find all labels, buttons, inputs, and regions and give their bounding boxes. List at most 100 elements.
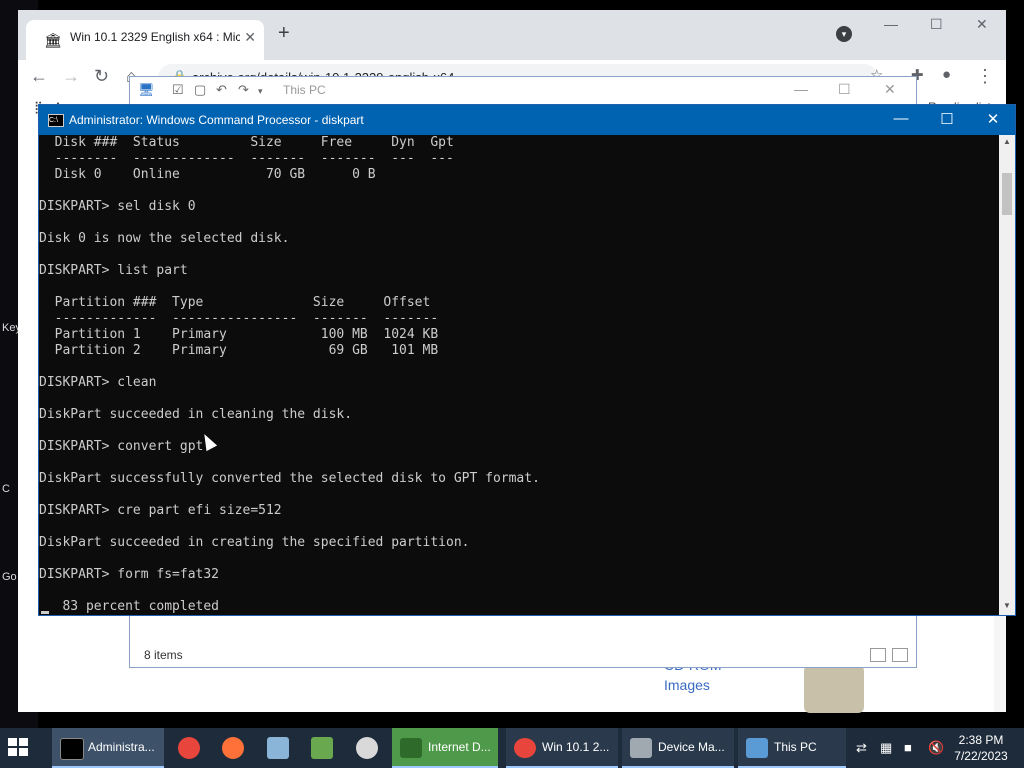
cmd-app-icon[interactable]: C:\ — [48, 114, 64, 127]
this-pc-icon — [746, 738, 768, 758]
console-line: DISKPART> list part — [39, 263, 188, 278]
properties-icon[interactable]: ☑ — [172, 82, 184, 98]
taskbar-item-label: Device Ma... — [658, 740, 725, 754]
console-line: DiskPart succeeded in cleaning the disk. — [39, 407, 353, 422]
desktop-icon-label[interactable]: Go — [2, 571, 17, 583]
volume-muted-icon[interactable]: 🔇 — [928, 740, 944, 756]
browser-tab[interactable]: 🏛 Win 10.1 2329 English x64 : Micro ✕ — [26, 20, 264, 60]
taskbar-item-device-manager[interactable]: Device Ma... — [622, 728, 734, 768]
browser-close-icon[interactable]: ✕ — [976, 16, 988, 33]
cmd-maximize-icon[interactable]: ☐ — [937, 110, 957, 128]
chrome-icon[interactable] — [178, 737, 200, 759]
explorer-statusbar: 8 items — [130, 643, 916, 667]
browser-minimize-icon[interactable]: — — [884, 16, 898, 32]
tab-close-icon[interactable]: ✕ — [244, 29, 256, 46]
cmd-titlebar[interactable]: C:\ Administrator: Windows Command Proce… — [39, 105, 1015, 135]
explorer-titlebar: 🖥 ☑ ▢ ↶ ↷ ▾ This PC — ☐ ✕ — [130, 77, 916, 105]
tab-title: Win 10.1 2329 English x64 : Micro — [70, 30, 240, 44]
taskbar-item-label: Administra... — [88, 740, 155, 754]
chrome-icon — [514, 738, 536, 758]
paint-icon[interactable] — [356, 737, 378, 759]
console-line: DISKPART> sel disk 0 — [39, 199, 196, 214]
command-prompt-window: C:\ Administrator: Windows Command Proce… — [38, 104, 1016, 616]
new-tab-button[interactable]: + — [278, 22, 290, 45]
console-output[interactable]: Disk ### Status Size Free Dyn Gpt ------… — [39, 135, 999, 615]
console-line: Disk 0 Online 70 GB 0 B — [39, 167, 376, 182]
console-line: 83 percent completed — [39, 599, 220, 614]
explorer-title: This PC — [283, 83, 326, 97]
console-line: Partition ### Type Size Offset — [39, 295, 431, 310]
console-scrollbar[interactable]: ▲ ▼ — [999, 135, 1015, 615]
clock-time: 2:38 PM — [958, 733, 1004, 747]
taskbar-item-cmd[interactable]: Administra... — [52, 728, 164, 768]
device-manager-icon — [630, 738, 652, 758]
console-line: Partition 2 Primary 69 GB 101 MB — [39, 343, 439, 358]
taskbar-item-chrome[interactable]: Win 10.1 2... — [506, 728, 618, 768]
system-clock[interactable]: 2:38 PM 7/22/2023 — [948, 732, 1014, 764]
network-icon[interactable]: ⇄ — [856, 740, 867, 756]
scroll-thumb[interactable] — [1002, 173, 1012, 215]
taskbar-item-label: Win 10.1 2... — [542, 740, 610, 754]
console-line: DISKPART> cre part efi size=512 — [39, 503, 282, 518]
console-line: DISKPART> convert gpt — [39, 439, 204, 454]
new-folder-icon[interactable]: ▢ — [194, 82, 206, 98]
explorer-maximize-icon[interactable]: ☐ — [838, 81, 851, 98]
internet-download-icon — [400, 738, 422, 758]
large-icons-view-icon[interactable] — [892, 648, 908, 662]
notepad-icon[interactable] — [267, 737, 289, 759]
console-line: DiskPart successfully converted the sele… — [39, 471, 540, 486]
details-view-icon[interactable] — [870, 648, 886, 662]
taskbar-item-idm[interactable]: Internet D... — [392, 728, 498, 768]
firefox-icon[interactable] — [222, 737, 244, 759]
browser-maximize-icon[interactable]: ☐ — [930, 16, 943, 33]
clock-date: 7/22/2023 — [954, 749, 1008, 763]
customize-qat-icon[interactable]: ▾ — [258, 86, 263, 97]
taskbar-item-this-pc[interactable]: This PC — [738, 728, 846, 768]
color-app-icon[interactable]: ■ — [904, 740, 912, 755]
windows-start-icon[interactable] — [8, 738, 30, 758]
console-line: Disk ### Status Size Free Dyn Gpt — [39, 135, 454, 150]
reload-icon[interactable]: ↻ — [94, 66, 109, 87]
item-count: 8 items — [144, 648, 183, 662]
explorer-close-icon[interactable]: ✕ — [884, 81, 896, 98]
cmd-taskbar-icon — [60, 738, 84, 760]
browser-menu-icon[interactable]: ⋮ — [976, 66, 994, 87]
redo-icon[interactable]: ↷ — [238, 82, 249, 98]
spreadsheet-icon[interactable] — [311, 737, 333, 759]
ethernet-icon[interactable]: ▦ — [880, 740, 892, 756]
forward-arrow-icon[interactable]: → — [62, 66, 80, 87]
tab-search-icon[interactable]: ▾ — [836, 26, 852, 42]
back-arrow-icon[interactable]: ← — [30, 66, 48, 87]
desktop-icon-label[interactable]: C — [2, 483, 10, 495]
cmd-minimize-icon[interactable]: — — [891, 110, 911, 127]
browser-tab-strip: 🏛 Win 10.1 2329 English x64 : Micro ✕ + … — [18, 10, 1006, 60]
cmd-close-icon[interactable]: ✕ — [983, 110, 1003, 128]
console-line: Disk 0 is now the selected disk. — [39, 231, 290, 246]
scroll-down-arrow-icon[interactable]: ▼ — [999, 601, 1015, 610]
console-line: DISKPART> form fs=fat32 — [39, 567, 220, 582]
scroll-up-arrow-icon[interactable]: ▲ — [999, 137, 1015, 146]
console-line: Partition 1 Primary 100 MB 1024 KB — [39, 327, 439, 342]
explorer-minimize-icon[interactable]: — — [794, 81, 808, 97]
console-line: ------------- ---------------- ------- -… — [39, 311, 439, 326]
profile-avatar-icon[interactable]: ● — [942, 66, 951, 83]
cmd-title: Administrator: Windows Command Processor… — [69, 113, 364, 127]
this-pc-icon: 🖥 — [138, 82, 155, 97]
cdrom-thumbnail[interactable] — [804, 665, 864, 713]
undo-icon[interactable]: ↶ — [216, 82, 227, 98]
archive-favicon-icon: 🏛 — [44, 32, 62, 48]
console-cursor — [41, 611, 49, 614]
console-line: DISKPART> clean — [39, 375, 157, 390]
console-line: DiskPart succeeded in creating the speci… — [39, 535, 470, 550]
